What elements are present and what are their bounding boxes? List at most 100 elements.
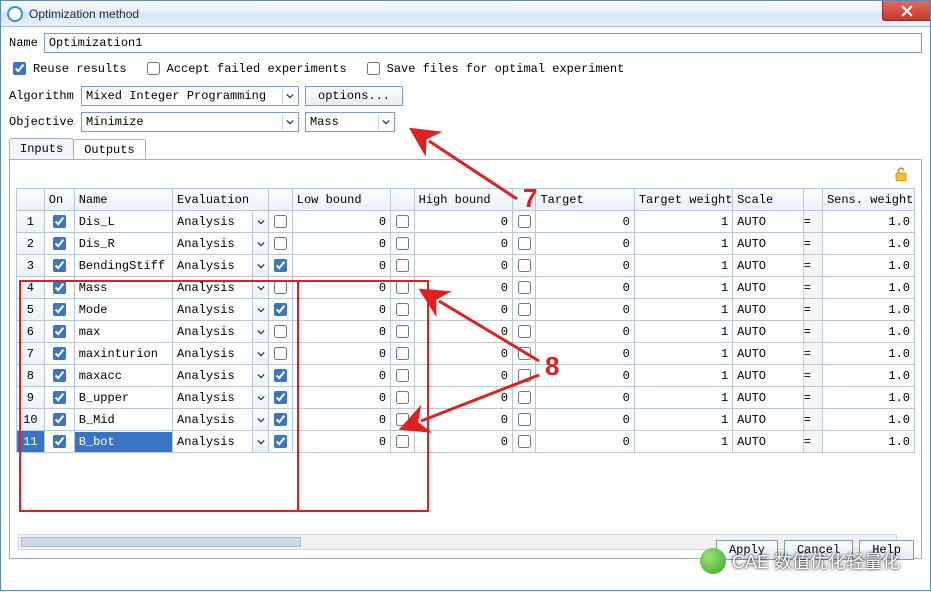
evaluation-cell[interactable]: Analysis [173,431,269,453]
highbound-checkbox[interactable] [396,413,409,426]
scale-cell[interactable]: AUTO [733,431,804,453]
table-row[interactable]: 1Dis_LAnalysis0001AUTO=1.0 [17,211,915,233]
target-cell[interactable]: 0 [536,343,634,365]
table-row[interactable]: 7maxinturionAnalysis0001AUTO=1.0 [17,343,915,365]
sensweight-cell[interactable]: 1.0 [822,299,914,321]
highbound-checkbox[interactable] [396,215,409,228]
target-cell[interactable]: 0 [536,211,634,233]
col-lb-ck[interactable] [269,189,293,211]
evaluation-cell[interactable]: Analysis [173,409,269,431]
highbound-checkbox[interactable] [396,303,409,316]
options-button[interactable]: options... [305,86,403,106]
objective-combo[interactable]: Minimize [81,112,299,132]
name-cell[interactable]: Dis_R [74,233,172,255]
lowbound-cell[interactable]: 0 [292,409,390,431]
lowbound-checkbox[interactable] [274,391,287,404]
on-cell[interactable] [44,409,74,431]
on-cell[interactable] [44,431,74,453]
row-index[interactable]: 9 [17,387,45,409]
lowbound-cell[interactable]: 0 [292,321,390,343]
sensweight-cell[interactable]: 1.0 [822,277,914,299]
target-cell[interactable]: 0 [536,431,634,453]
highbound-enable[interactable] [391,299,415,321]
on-checkbox[interactable] [53,215,66,228]
col-target[interactable]: Target [536,189,634,211]
lowbound-cell[interactable]: 0 [292,277,390,299]
on-cell[interactable] [44,233,74,255]
lowbound-checkbox[interactable] [274,435,287,448]
on-checkbox[interactable] [53,259,66,272]
lowbound-checkbox[interactable] [274,259,287,272]
lowbound-enable[interactable] [269,387,293,409]
lowbound-cell[interactable]: 0 [292,299,390,321]
name-cell[interactable]: Dis_L [74,211,172,233]
sensweight-cell[interactable]: 1.0 [822,321,914,343]
accept-failed[interactable]: Accept failed experiments [143,59,347,78]
highbound-checkbox[interactable] [396,391,409,404]
target-checkbox[interactable] [518,259,531,272]
highbound-checkbox[interactable] [396,347,409,360]
table-row[interactable]: 3BendingStiffAnalysis0001AUTO=1.0 [17,255,915,277]
name-cell[interactable]: B_upper [74,387,172,409]
lowbound-enable[interactable] [269,365,293,387]
on-checkbox[interactable] [53,347,66,360]
lowbound-cell[interactable]: 0 [292,233,390,255]
highbound-cell[interactable]: 0 [414,343,512,365]
targetweight-cell[interactable]: 1 [634,255,732,277]
lowbound-cell[interactable]: 0 [292,211,390,233]
highbound-checkbox[interactable] [396,325,409,338]
lowbound-enable[interactable] [269,255,293,277]
on-cell[interactable] [44,299,74,321]
scale-cell[interactable]: AUTO [733,343,804,365]
targetweight-cell[interactable]: 1 [634,299,732,321]
on-cell[interactable] [44,255,74,277]
targetweight-cell[interactable]: 1 [634,409,732,431]
table-row[interactable]: 2Dis_RAnalysis0001AUTO=1.0 [17,233,915,255]
highbound-cell[interactable]: 0 [414,409,512,431]
lowbound-checkbox[interactable] [274,325,287,338]
highbound-checkbox[interactable] [396,259,409,272]
col-scale[interactable]: Scale [733,189,804,211]
row-index[interactable]: 11 [17,431,45,453]
col-sensweight[interactable]: Sens. weight [822,189,914,211]
on-cell[interactable] [44,277,74,299]
lowbound-enable[interactable] [269,343,293,365]
highbound-cell[interactable]: 0 [414,211,512,233]
target-enable[interactable] [512,365,536,387]
row-index[interactable]: 3 [17,255,45,277]
accept-checkbox[interactable] [147,62,160,75]
table-row[interactable]: 8maxaccAnalysis0001AUTO=1.0 [17,365,915,387]
highbound-enable[interactable] [391,233,415,255]
name-cell[interactable]: maxacc [74,365,172,387]
targetweight-cell[interactable]: 1 [634,343,732,365]
target-checkbox[interactable] [518,281,531,294]
lowbound-checkbox[interactable] [274,347,287,360]
tab-outputs[interactable]: Outputs [73,139,145,160]
target-enable[interactable] [512,233,536,255]
highbound-enable[interactable] [391,387,415,409]
table-row[interactable]: 5ModeAnalysis0001AUTO=1.0 [17,299,915,321]
highbound-enable[interactable] [391,409,415,431]
row-index[interactable]: 6 [17,321,45,343]
savefiles-checkbox[interactable] [367,62,380,75]
sensweight-cell[interactable]: 1.0 [822,255,914,277]
sensweight-cell[interactable]: 1.0 [822,387,914,409]
col-targetweight[interactable]: Target weight [634,189,732,211]
target-checkbox[interactable] [518,303,531,316]
scale-cell[interactable]: AUTO [733,409,804,431]
target-cell[interactable]: 0 [536,299,634,321]
highbound-enable[interactable] [391,211,415,233]
lowbound-checkbox[interactable] [274,303,287,316]
highbound-cell[interactable]: 0 [414,255,512,277]
target-cell[interactable]: 0 [536,255,634,277]
target-checkbox[interactable] [518,237,531,250]
col-eq[interactable] [803,189,822,211]
lowbound-cell[interactable]: 0 [292,365,390,387]
name-cell[interactable]: Mode [74,299,172,321]
row-index[interactable]: 8 [17,365,45,387]
on-cell[interactable] [44,343,74,365]
target-enable[interactable] [512,431,536,453]
targetweight-cell[interactable]: 1 [634,387,732,409]
sensweight-cell[interactable]: 1.0 [822,409,914,431]
on-cell[interactable] [44,321,74,343]
